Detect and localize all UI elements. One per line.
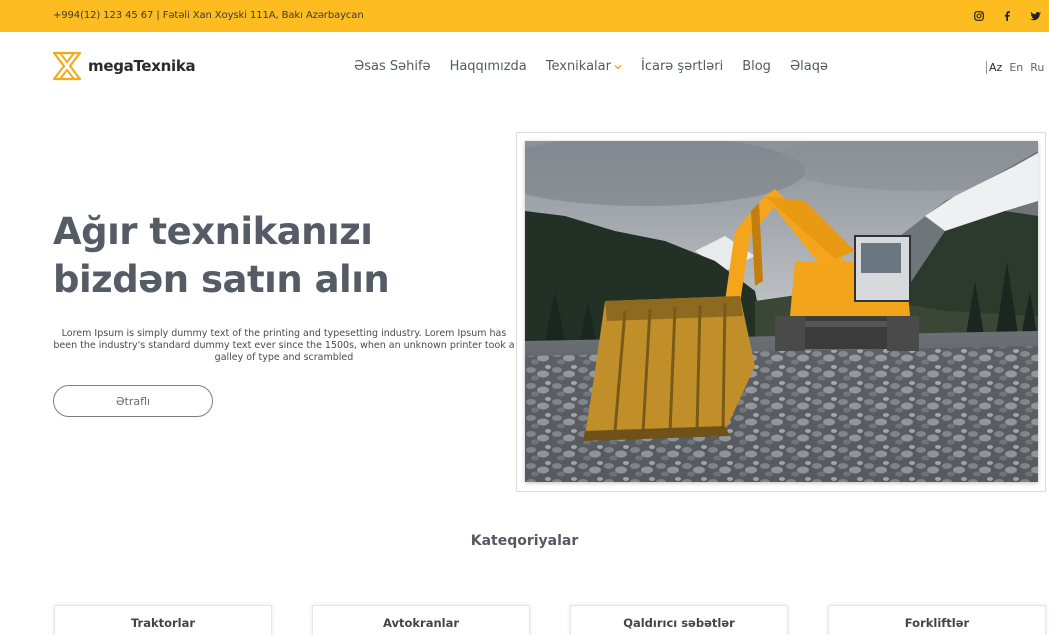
logo-text: megaTexnika	[88, 57, 196, 75]
nav-item-label: Əsas Səhifə	[354, 59, 431, 74]
lang-ru[interactable]: Ru	[1030, 61, 1044, 74]
chevron-down-icon	[614, 64, 622, 69]
hero-description: Lorem Ipsum is simply dummy text of the …	[53, 328, 515, 363]
language-switcher: Az En Ru	[986, 61, 1049, 74]
lang-en[interactable]: En	[1009, 61, 1023, 74]
excavator-photo	[525, 141, 1038, 482]
category-card-forklifts[interactable]: Forkliftlər	[828, 605, 1046, 635]
main-header: megaTexnika Əsas Səhifə Haqqımızda Texni…	[0, 32, 1049, 102]
main-nav: Əsas Səhifə Haqqımızda Texnikalar İcarə …	[354, 59, 847, 74]
nav-item-label: Texnikalar	[545, 59, 611, 74]
logo-mark-icon	[52, 51, 82, 81]
category-card-truck-cranes[interactable]: Avtokranlar	[312, 605, 530, 635]
category-card-tractors[interactable]: Traktorlar	[54, 605, 272, 635]
lang-az[interactable]: Az	[986, 61, 1002, 74]
nav-item-blog[interactable]: Blog	[742, 59, 771, 74]
hero-image-frame	[516, 132, 1046, 492]
site-logo[interactable]: megaTexnika	[52, 51, 196, 81]
nav-item-label: Blog	[742, 59, 771, 74]
nav-item-label: İcarə şərtləri	[641, 59, 724, 74]
category-card-lift-baskets[interactable]: Qaldırıcı səbətlər	[570, 605, 788, 635]
nav-item-label: Haqqımızda	[449, 59, 527, 74]
more-button[interactable]: Ətraflı	[53, 385, 213, 417]
twitter-icon[interactable]	[1021, 0, 1049, 32]
social-links	[965, 0, 1049, 32]
facebook-icon[interactable]	[993, 0, 1021, 32]
nav-item-home[interactable]: Əsas Səhifə	[354, 59, 431, 74]
nav-item-rental-terms[interactable]: İcarə şərtləri	[641, 59, 723, 74]
top-bar: +994(12) 123 45 67 | Fətəli Xan Xoyski 1…	[0, 0, 1049, 32]
nav-item-about[interactable]: Haqqımızda	[450, 59, 527, 74]
contact-info: +994(12) 123 45 67 | Fətəli Xan Xoyski 1…	[53, 10, 364, 21]
categories-title: Kateqoriyalar	[470, 533, 579, 549]
nav-item-contact[interactable]: Əlaqə	[790, 59, 828, 74]
nav-item-label: Əlaqə	[789, 59, 829, 74]
nav-item-equipment[interactable]: Texnikalar	[546, 59, 622, 74]
instagram-icon[interactable]	[965, 0, 993, 32]
hero-title: Ağır texnikanızı bizdən satın alın	[53, 210, 390, 301]
